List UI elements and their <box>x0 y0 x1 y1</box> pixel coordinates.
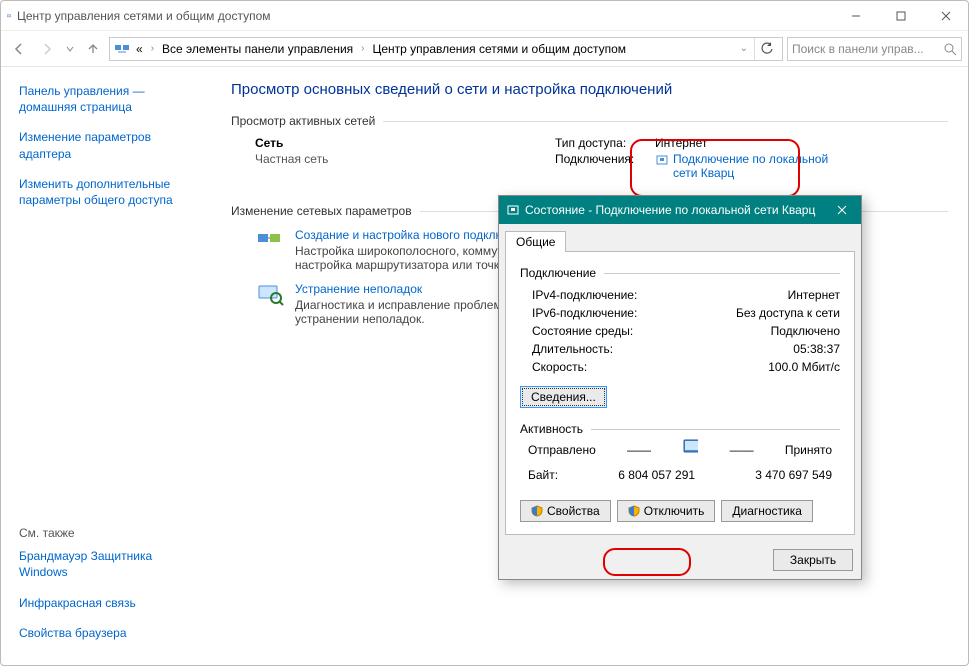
titlebar: Центр управления сетями и общим доступом <box>1 1 968 31</box>
search-box[interactable]: Поиск в панели управ... <box>787 37 962 61</box>
diagnose-button[interactable]: Диагностика <box>721 500 813 522</box>
active-networks-header: Просмотр активных сетей <box>231 114 948 128</box>
tab-general[interactable]: Общие <box>505 231 566 252</box>
network-location-icon <box>114 41 130 57</box>
sidebar-item-adapter-settings[interactable]: Изменение параметров адаптера <box>19 130 151 160</box>
minimize-button[interactable] <box>833 1 878 31</box>
media-state-value: Подключено <box>771 324 840 338</box>
dialog-title: Состояние - Подключение по локальной сет… <box>525 203 829 217</box>
dialog-close-button[interactable] <box>829 199 855 221</box>
details-button[interactable]: Сведения... <box>520 386 607 408</box>
dialog-titlebar[interactable]: Состояние - Подключение по локальной сет… <box>499 196 861 224</box>
active-network-row: Сеть Частная сеть Тип доступа: Интернет … <box>255 136 948 182</box>
status-dialog: Состояние - Подключение по локальной сет… <box>498 195 862 580</box>
shield-icon <box>628 505 640 517</box>
ipv4-label: IPv4-подключение: <box>532 288 637 302</box>
speed-label: Скорость: <box>532 360 587 374</box>
search-placeholder: Поиск в панели управ... <box>792 42 943 56</box>
access-type-value: Интернет <box>655 136 707 150</box>
back-button[interactable] <box>7 37 31 61</box>
sidebar: Панель управления — домашняя страница Из… <box>1 67 213 665</box>
see-also-infrared[interactable]: Инфракрасная связь <box>19 596 136 610</box>
close-button[interactable] <box>923 1 968 31</box>
recent-locations-button[interactable] <box>63 37 77 61</box>
activity-group-label: Активность <box>520 422 840 436</box>
page-title: Просмотр основных сведений о сети и наст… <box>231 81 948 98</box>
chevron-down-icon[interactable]: ⌄ <box>738 43 750 54</box>
ipv6-value: Без доступа к сети <box>736 306 840 320</box>
sidebar-item-advanced-sharing[interactable]: Изменить дополнительные параметры общего… <box>19 177 173 207</box>
address-bar-row: « › Все элементы панели управления › Цен… <box>1 31 968 67</box>
connection-link[interactable]: Подключение по локальной сети Кварц <box>673 152 835 180</box>
connection-group-label: Подключение <box>520 266 840 280</box>
breadcrumb-root[interactable]: « <box>134 42 145 56</box>
troubleshoot-icon <box>255 282 285 326</box>
shield-icon <box>531 505 543 517</box>
access-type-label: Тип доступа: <box>555 136 655 150</box>
sent-label: Отправлено <box>528 443 596 457</box>
forward-button[interactable] <box>35 37 59 61</box>
computers-icon <box>682 442 698 458</box>
chevron-right-icon: › <box>359 43 366 54</box>
speed-value: 100.0 Мбит/с <box>768 360 840 374</box>
app-icon <box>1 8 17 24</box>
see-also-firewall[interactable]: Брандмауэр Защитника Windows <box>19 549 152 579</box>
sidebar-home-link[interactable]: Панель управления — домашняя страница <box>19 84 145 114</box>
ethernet-icon <box>655 152 669 168</box>
search-icon <box>943 42 957 56</box>
window-title: Центр управления сетями и общим доступом <box>17 9 833 23</box>
bytes-sent: 6 804 057 291 <box>618 468 695 482</box>
properties-button[interactable]: Свойства <box>520 500 611 522</box>
breadcrumb-item-1[interactable]: Центр управления сетями и общим доступом <box>371 42 629 56</box>
network-name: Сеть <box>255 136 555 150</box>
bytes-received: 3 470 697 549 <box>755 468 832 482</box>
media-state-label: Состояние среды: <box>532 324 633 338</box>
see-also-browser-props[interactable]: Свойства браузера <box>19 626 127 640</box>
duration-label: Длительность: <box>532 342 613 356</box>
up-button[interactable] <box>81 37 105 61</box>
ethernet-icon <box>505 202 521 218</box>
refresh-button[interactable] <box>754 38 778 60</box>
duration-value: 05:38:37 <box>793 342 840 356</box>
chevron-right-icon: › <box>149 43 156 54</box>
maximize-button[interactable] <box>878 1 923 31</box>
ipv4-value: Интернет <box>788 288 840 302</box>
breadcrumb-item-0[interactable]: Все элементы панели управления <box>160 42 355 56</box>
disable-button[interactable]: Отключить <box>617 500 716 522</box>
network-type: Частная сеть <box>255 152 555 166</box>
address-box[interactable]: « › Все элементы панели управления › Цен… <box>109 37 783 61</box>
see-also-heading: См. также <box>19 526 203 540</box>
bytes-label: Байт: <box>528 468 558 482</box>
ipv6-label: IPv6-подключение: <box>532 306 637 320</box>
new-connection-icon <box>255 228 285 272</box>
received-label: Принято <box>785 443 832 457</box>
close-dialog-button[interactable]: Закрыть <box>773 549 853 571</box>
connections-label: Подключения: <box>555 152 655 180</box>
task-troubleshoot-link[interactable]: Устранение неполадок <box>295 282 422 296</box>
